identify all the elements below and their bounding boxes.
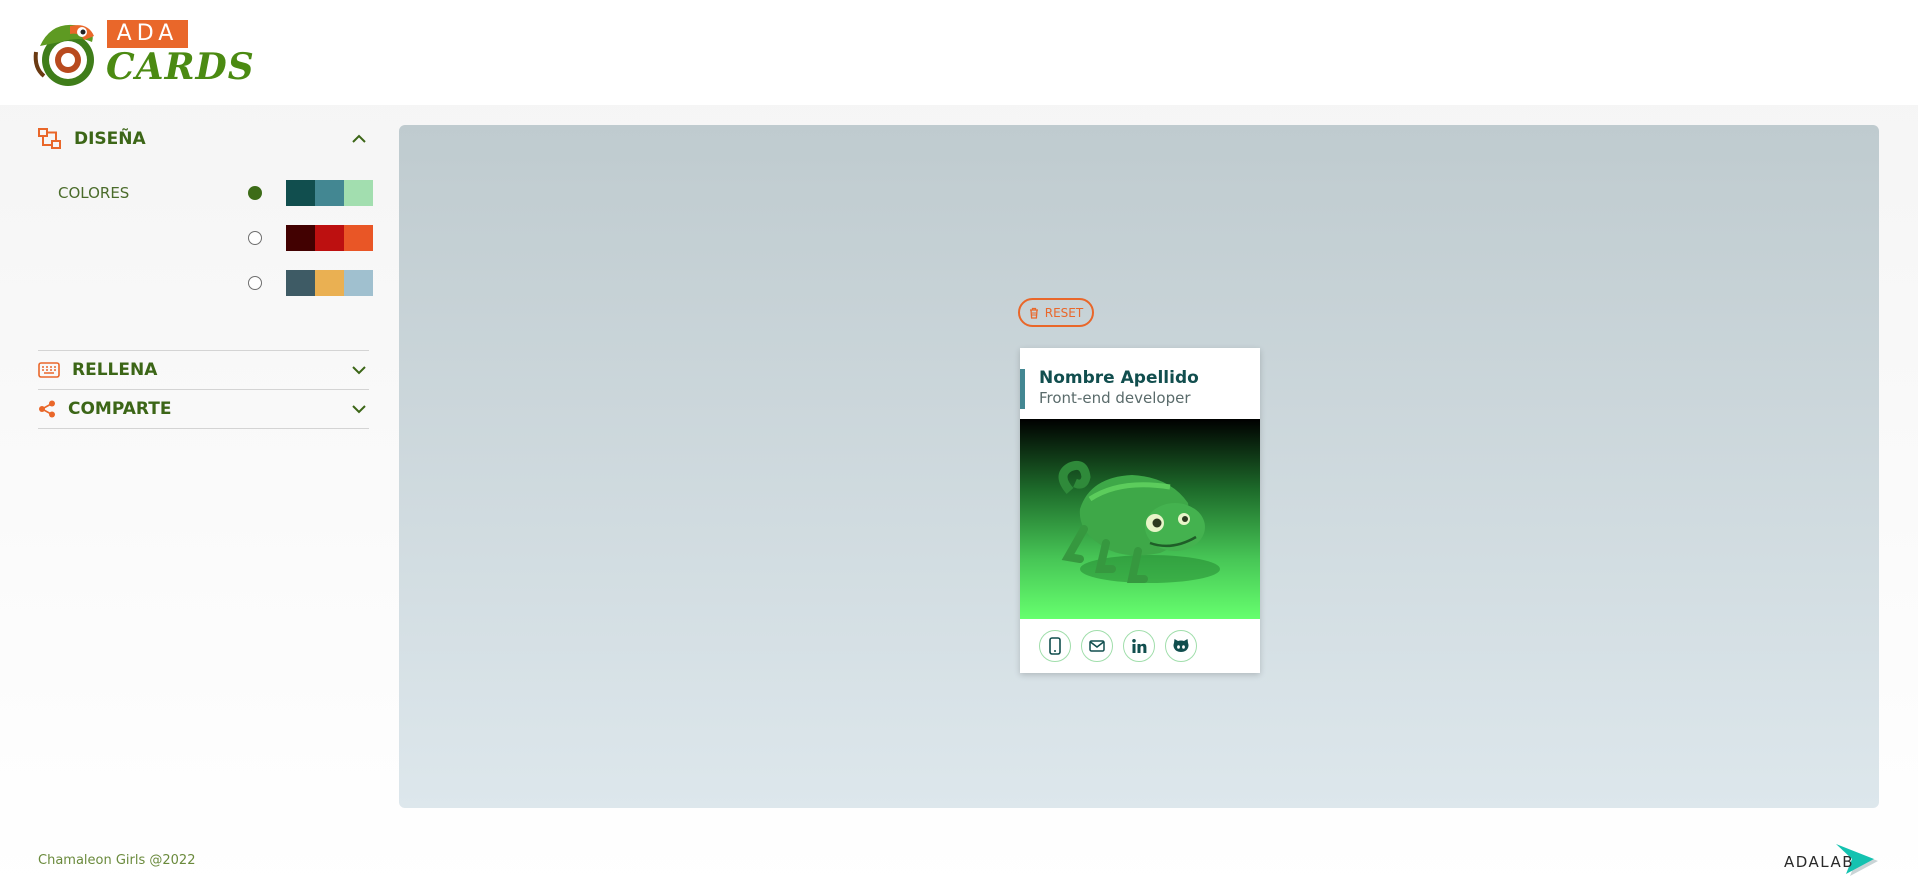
palette-3-swatch-2 (315, 270, 344, 296)
chevron-down-icon[interactable] (349, 399, 369, 419)
adacards-logo[interactable]: ADA CARDS (30, 12, 254, 90)
adalab-logo[interactable]: ADALAB (1784, 843, 1880, 879)
palette-radio-1[interactable] (248, 186, 262, 200)
mail-icon (1089, 640, 1105, 652)
adalab-logo-text: ADALAB (1784, 853, 1854, 871)
palette-1-swatch-2 (315, 180, 344, 206)
palette-2-swatch-2 (315, 225, 344, 251)
palette-3-swatch-3 (344, 270, 373, 296)
card-job: Front-end developer (1039, 389, 1191, 407)
chevron-up-icon[interactable] (349, 129, 369, 149)
card-photo (1020, 419, 1260, 619)
email-link[interactable] (1081, 630, 1113, 662)
fill-section-header[interactable]: RELLENA (38, 351, 369, 389)
reset-label: RESET (1044, 305, 1084, 320)
palette-option-3[interactable] (248, 270, 373, 296)
share-section-header[interactable]: COMPARTE (38, 390, 369, 428)
palette-radio-3[interactable] (248, 276, 262, 290)
sidebar: DISEÑA COLORES RELLENA COMPARTE (38, 120, 373, 429)
card-preview: RESET Nombre Apellido Front-end develope… (399, 125, 1879, 808)
phone-link[interactable] (1039, 630, 1071, 662)
github-link[interactable] (1165, 630, 1197, 662)
github-icon (1173, 639, 1189, 652)
linkedin-icon (1132, 639, 1147, 653)
chameleon-logo-icon (33, 24, 94, 86)
palette-radio-2[interactable] (248, 231, 262, 245)
palette-2-swatch-1 (286, 225, 315, 251)
colors-label: COLORES (58, 184, 130, 202)
design-section-title: DISEÑA (74, 129, 146, 149)
palette-2-swatch-3 (344, 225, 373, 251)
header: ADA CARDS (0, 0, 1918, 105)
divider (38, 428, 369, 429)
palette-1-swatch-3 (344, 180, 373, 206)
card-name: Nombre Apellido (1039, 368, 1199, 388)
palette-1-swatch-1 (286, 180, 315, 206)
trash-icon (1029, 307, 1038, 319)
share-icon (39, 400, 55, 418)
share-section-title: COMPARTE (68, 399, 172, 419)
linkedin-link[interactable] (1123, 630, 1155, 662)
card-accent-bar (1020, 369, 1025, 409)
card-social-links (1039, 630, 1197, 662)
design-icon (38, 128, 61, 149)
design-section: DISEÑA COLORES (38, 120, 373, 350)
fill-section-title: RELLENA (72, 360, 158, 380)
palette-3-swatch-1 (286, 270, 315, 296)
card-header: Nombre Apellido Front-end developer (1020, 348, 1260, 419)
logo-ada-text: ADA (107, 20, 188, 48)
keyboard-icon (38, 362, 60, 378)
footer-credit: Chamaleon Girls @2022 (38, 853, 196, 868)
palette-option-1[interactable] (248, 180, 373, 206)
logo-cards-text: CARDS (106, 46, 255, 88)
phone-icon (1049, 637, 1061, 655)
design-section-header[interactable]: DISEÑA (38, 120, 369, 158)
palette-option-2[interactable] (248, 225, 373, 251)
profile-card: Nombre Apellido Front-end developer (1020, 348, 1260, 673)
chevron-down-icon[interactable] (349, 360, 369, 380)
reset-button[interactable]: RESET (1018, 298, 1094, 327)
chameleon-photo-icon (1058, 460, 1220, 583)
